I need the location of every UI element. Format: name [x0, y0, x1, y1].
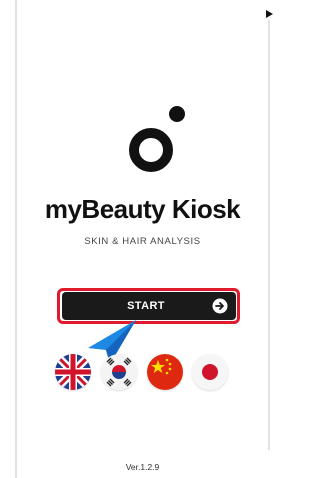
start-button[interactable]: START [62, 292, 236, 320]
language-korean-button[interactable] [101, 354, 137, 390]
kiosk-screen: myBeauty Kiosk SKIN & HAIR ANALYSIS STAR… [0, 0, 280, 478]
arrow-right-circle-icon [212, 298, 228, 314]
language-english-button[interactable] [55, 354, 91, 390]
language-chinese-button[interactable] [147, 354, 183, 390]
app-version: Ver.1.2.9 [125, 462, 160, 472]
japan-flag-icon [192, 354, 228, 390]
app-subtitle: SKIN & HAIR ANALYSIS [84, 236, 201, 247]
brand-logo-icon [129, 106, 185, 172]
play-icon[interactable] [266, 10, 273, 18]
korea-flag-icon [101, 354, 137, 390]
start-button-label: START [127, 300, 165, 312]
right-frame-edge [268, 20, 270, 450]
uk-flag-icon [55, 354, 91, 390]
app-title: myBeauty Kiosk [44, 194, 241, 224]
language-japanese-button[interactable] [192, 354, 228, 390]
china-flag-icon [147, 354, 183, 390]
